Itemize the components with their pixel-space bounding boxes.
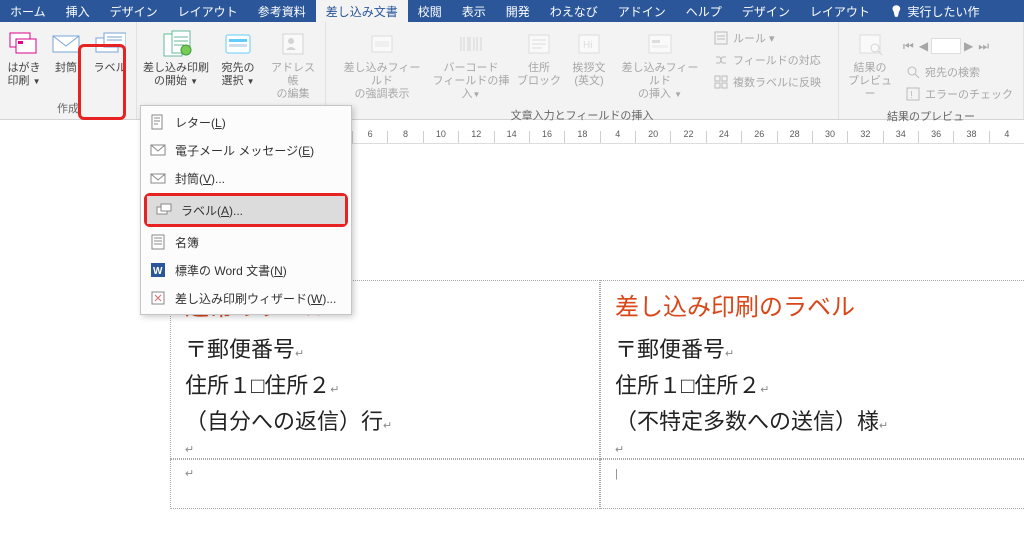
- tab-insert[interactable]: 挿入: [56, 0, 100, 22]
- svg-text:Hi: Hi: [583, 40, 592, 51]
- tab-review[interactable]: 校閲: [408, 0, 452, 22]
- address-block-icon: [523, 28, 555, 60]
- greeting-icon: Hi: [573, 28, 605, 60]
- tab-addin[interactable]: アドイン: [608, 0, 676, 22]
- insert-merge-field-button[interactable]: 差し込みフィールドの挿入 ▼: [615, 26, 705, 105]
- select-recipients-button[interactable]: 宛先の選択 ▼: [213, 26, 263, 92]
- tab-mailings[interactable]: 差し込み文書: [316, 0, 408, 22]
- group-write: 差し込みフィールドの強調表示 バーコードフィールドの挿入▼ 住所ブロック Hi …: [326, 22, 839, 119]
- word-icon: W: [149, 261, 167, 279]
- greeting-line-button[interactable]: Hi 挨拶文(英文): [565, 26, 613, 92]
- find-icon: [905, 64, 921, 80]
- tab-developer[interactable]: 開発: [496, 0, 540, 22]
- update-labels-icon: [713, 74, 729, 90]
- highlight-fields-button[interactable]: 差し込みフィールドの強調表示: [337, 26, 427, 105]
- group-preview-label: 結果のプレビュー: [883, 106, 979, 127]
- tab-help[interactable]: ヘルプ: [676, 0, 732, 22]
- mail-merge-icon: [160, 28, 192, 60]
- tab-home[interactable]: ホーム: [0, 0, 56, 22]
- hagaki-print-button[interactable]: はがき印刷 ▼: [4, 26, 44, 92]
- dd-label[interactable]: ラベル(A)...: [147, 196, 345, 224]
- record-number-field[interactable]: [931, 38, 961, 54]
- rules-button[interactable]: ルール ▾: [709, 28, 825, 48]
- tab-tellme[interactable]: 実行したい作: [880, 0, 990, 22]
- preview-icon: [854, 28, 886, 60]
- highlight-label-menu-item: ラベル(A)...: [144, 193, 348, 227]
- address-book-icon: [277, 28, 309, 60]
- update-labels-button[interactable]: 複数ラベルに反映: [709, 72, 825, 92]
- prev-record-icon[interactable]: ◀: [917, 37, 930, 55]
- tab-layout2[interactable]: レイアウト: [800, 0, 880, 22]
- address-block-button[interactable]: 住所ブロック: [515, 26, 563, 92]
- dd-letter[interactable]: レター(L): [141, 108, 351, 136]
- highlight-icon: [366, 28, 398, 60]
- envelope-small-icon: [149, 169, 167, 187]
- recipients-icon: [222, 28, 254, 60]
- svg-text:W: W: [153, 266, 163, 277]
- label-small-icon: [155, 201, 173, 219]
- error-check-icon: !: [905, 86, 921, 102]
- label-cell-br[interactable]: |: [600, 459, 1024, 509]
- tab-view[interactable]: 表示: [452, 0, 496, 22]
- tab-references[interactable]: 参考資料: [248, 0, 316, 22]
- wizard-icon: [149, 289, 167, 307]
- ruler: 6 8 10 12 14 16 18 4 20 22 24 26 28 30 3…: [352, 126, 1024, 144]
- check-errors-button[interactable]: ! エラーのチェック: [901, 84, 1017, 104]
- match-fields-button[interactable]: フィールドの対応: [709, 50, 825, 70]
- letter-icon: [149, 113, 167, 131]
- tab-design[interactable]: デザイン: [100, 0, 168, 22]
- first-record-icon[interactable]: ⏮: [901, 37, 916, 56]
- start-mail-merge-button[interactable]: 差し込み印刷の開始 ▼: [141, 26, 211, 92]
- edit-recipient-list-button[interactable]: アドレス帳の編集: [265, 26, 321, 105]
- tab-design2[interactable]: デザイン: [732, 0, 800, 22]
- find-recipient-button[interactable]: 宛先の検索: [901, 62, 1017, 82]
- match-icon: [713, 52, 729, 68]
- next-record-icon[interactable]: ▶: [962, 37, 975, 55]
- highlight-label-button: [78, 44, 126, 120]
- svg-text:!: !: [910, 90, 913, 101]
- email-icon: [149, 141, 167, 159]
- dd-normal-doc[interactable]: W 標準の Word 文書(N): [141, 256, 351, 284]
- label-cell-right[interactable]: 差し込み印刷のラベル 〒郵便番号↵ 住所１□住所２↵ （不特定多数への送信）様↵…: [600, 280, 1024, 459]
- directory-icon: [149, 233, 167, 251]
- postcard-icon: [8, 28, 40, 60]
- record-nav: ⏮ ◀ ▶ ⏭: [901, 28, 1017, 60]
- preview-results-button[interactable]: 結果のプレビュー: [843, 26, 897, 105]
- start-mail-merge-dropdown: レター(L) 電子メール メッセージ(E) 封筒(V)... ラベル(A)...…: [140, 105, 352, 315]
- dd-email[interactable]: 電子メール メッセージ(E): [141, 136, 351, 164]
- dd-wizard[interactable]: 差し込み印刷ウィザード(W)...: [141, 284, 351, 312]
- right-title: 差し込み印刷のラベル: [615, 287, 1019, 322]
- merge-field-icon: [644, 28, 676, 60]
- tab-strip: ホーム 挿入 デザイン レイアウト 参考資料 差し込み文書 校閲 表示 開発 わ…: [0, 0, 1024, 22]
- dd-envelope[interactable]: 封筒(V)...: [141, 164, 351, 192]
- tab-layout[interactable]: レイアウト: [168, 0, 248, 22]
- barcode-icon: [455, 28, 487, 60]
- barcode-button[interactable]: バーコードフィールドの挿入▼: [429, 26, 513, 105]
- group-preview: 結果のプレビュー ⏮ ◀ ▶ ⏭ 宛先の検索 ! エラーのチェック: [839, 22, 1024, 119]
- dd-directory[interactable]: 名簿: [141, 228, 351, 256]
- group-write-label: 文章入力とフィールドの挿入: [507, 105, 658, 126]
- tab-waenabi[interactable]: わえなび: [540, 0, 608, 22]
- rules-icon: [713, 30, 729, 46]
- label-cell-bl[interactable]: ↵: [170, 459, 600, 509]
- last-record-icon[interactable]: ⏭: [976, 37, 991, 56]
